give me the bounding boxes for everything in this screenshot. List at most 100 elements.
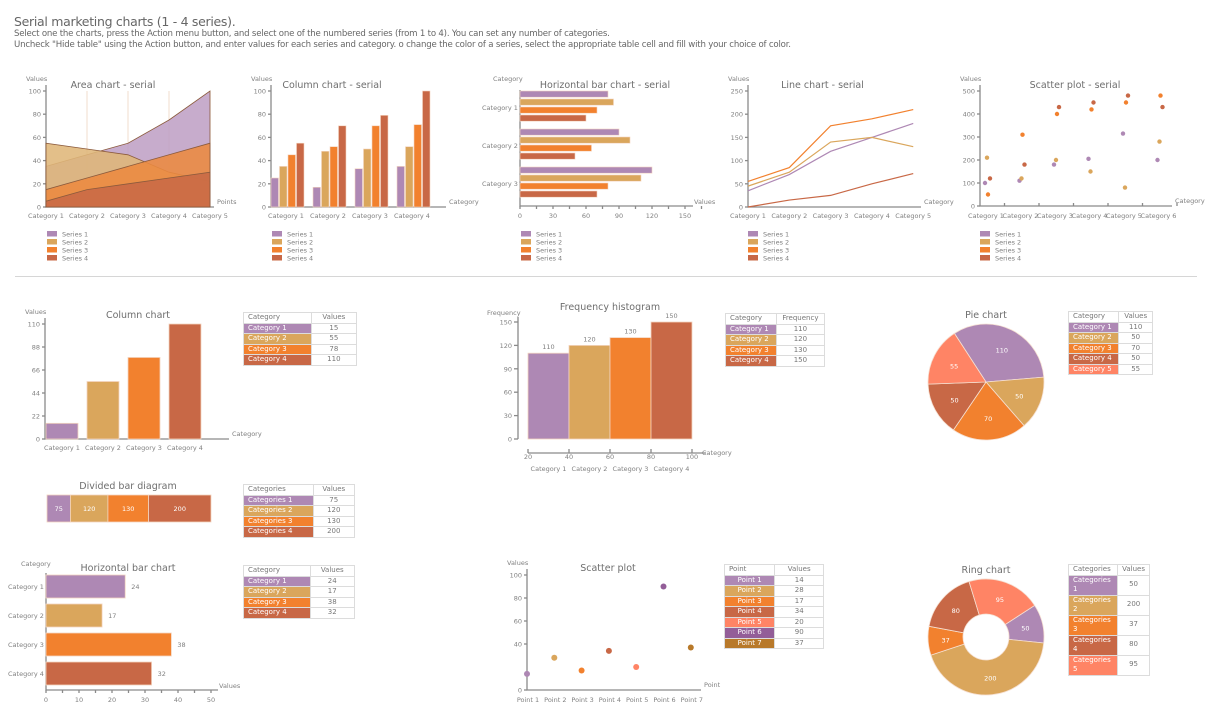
table-row[interactable]: Category 3 78 bbox=[243, 343, 358, 355]
table-row[interactable]: Categories 4 200 bbox=[243, 526, 356, 538]
table-category-cell[interactable]: Categories 5 bbox=[1067, 654, 1119, 676]
table-category-cell[interactable]: Category 1 bbox=[725, 323, 777, 335]
table-value-cell[interactable]: 55 bbox=[1118, 363, 1153, 375]
table-row[interactable]: Categories 4 80 bbox=[1067, 634, 1150, 656]
table-row[interactable]: Point 5 20 bbox=[723, 616, 824, 628]
table-category-cell[interactable]: Category 3 bbox=[1067, 342, 1120, 354]
table-category-cell[interactable]: Category 4 bbox=[243, 354, 312, 366]
table-value-cell[interactable]: 120 bbox=[775, 334, 826, 346]
table-value-cell[interactable]: 20 bbox=[774, 616, 824, 628]
table-value-cell[interactable]: 50 bbox=[1118, 332, 1153, 344]
table-row[interactable]: Categories 2 200 bbox=[1067, 594, 1150, 616]
table-value-cell[interactable]: 75 bbox=[312, 494, 356, 506]
table-category-cell[interactable]: Category 1 bbox=[1067, 321, 1120, 333]
table-value-cell[interactable]: 130 bbox=[775, 344, 826, 356]
table-row[interactable]: Categories 1 75 bbox=[243, 494, 356, 506]
table-value-cell[interactable]: 110 bbox=[310, 354, 358, 366]
line-chart-serial[interactable]: Line chart - serialValuesCategory0501001… bbox=[720, 70, 955, 270]
horizontal-bar-chart[interactable]: Horizontal bar chart Category Values 0 10 20 3… bbox=[0, 555, 245, 726]
table-category-cell[interactable]: Category 2 bbox=[243, 586, 311, 598]
table-value-cell[interactable]: 70 bbox=[1118, 342, 1153, 354]
column-chart-table[interactable]: Category Values Category 1 15 Category 2 55 Ca… bbox=[243, 312, 358, 366]
table-row[interactable]: Category 3 70 bbox=[1067, 342, 1153, 354]
table-value-cell[interactable]: 24 bbox=[309, 575, 355, 587]
horizontal-bar-table[interactable]: Category Values Category 1 24 Category 2 17 Ca… bbox=[243, 565, 355, 619]
table-value-cell[interactable]: 130 bbox=[312, 515, 356, 527]
divided-bar-table[interactable]: Categories Values Categories 1 75 Categories… bbox=[243, 484, 356, 538]
table-value-cell[interactable]: 38 bbox=[309, 596, 355, 608]
table-category-cell[interactable]: Point 1 bbox=[723, 574, 776, 586]
table-category-cell[interactable]: Point 4 bbox=[723, 606, 776, 618]
table-value-cell[interactable]: 15 bbox=[310, 322, 358, 334]
table-value-cell[interactable]: 200 bbox=[1117, 594, 1150, 616]
pie-chart[interactable]: Pie chart 110 50 70 50 55 bbox=[910, 300, 1060, 450]
table-value-cell[interactable]: 50 bbox=[1118, 353, 1153, 365]
table-row[interactable]: Category 3 38 bbox=[243, 596, 355, 608]
table-category-cell[interactable]: Categories 4 bbox=[243, 526, 314, 538]
table-row[interactable]: Category 2 55 bbox=[243, 333, 358, 345]
table-value-cell[interactable]: 95 bbox=[1117, 654, 1150, 676]
pie-chart-table[interactable]: Category Values Category 1 110 Category 2 50 C… bbox=[1067, 311, 1153, 375]
table-category-cell[interactable]: Categories 2 bbox=[243, 505, 314, 517]
table-row[interactable]: Category 4 110 bbox=[243, 354, 358, 366]
table-category-cell[interactable]: Category 1 bbox=[243, 322, 312, 334]
table-row[interactable]: Point 2 28 bbox=[723, 585, 824, 597]
table-value-cell[interactable]: 90 bbox=[774, 627, 824, 639]
table-row[interactable]: Category 4 32 bbox=[243, 607, 355, 619]
table-row[interactable]: Category 3 130 bbox=[725, 344, 826, 356]
table-value-cell[interactable]: 50 bbox=[1117, 574, 1150, 596]
table-row[interactable]: Category 1 15 bbox=[243, 322, 358, 334]
table-category-cell[interactable]: Point 6 bbox=[723, 627, 776, 639]
table-category-cell[interactable]: Categories 1 bbox=[243, 494, 314, 506]
table-category-cell[interactable]: Category 4 bbox=[1067, 353, 1120, 365]
table-value-cell[interactable]: 28 bbox=[774, 585, 824, 597]
ring-chart[interactable]: Ring chart 50 200 37 80 95 bbox=[910, 555, 1060, 705]
table-category-cell[interactable]: Category 5 bbox=[1067, 363, 1120, 375]
table-row[interactable]: Point 7 37 bbox=[723, 637, 824, 649]
table-row[interactable]: Category 2 50 bbox=[1067, 332, 1153, 344]
scatter-plot-serial[interactable]: Scatter plot - serial Values Category 0 100 2… bbox=[950, 70, 1213, 270]
table-value-cell[interactable]: 14 bbox=[774, 574, 824, 586]
table-category-cell[interactable]: Point 7 bbox=[723, 637, 776, 649]
table-category-cell[interactable]: Categories 3 bbox=[243, 515, 314, 527]
table-category-cell[interactable]: Categories 3 bbox=[1067, 614, 1119, 636]
table-value-cell[interactable]: 150 bbox=[775, 355, 826, 367]
table-row[interactable]: Category 5 55 bbox=[1067, 363, 1153, 375]
table-category-cell[interactable]: Categories 2 bbox=[1067, 594, 1119, 616]
table-category-cell[interactable]: Categories 1 bbox=[1067, 574, 1119, 596]
table-value-cell[interactable]: 110 bbox=[1118, 321, 1153, 333]
scatter-plot[interactable]: Scatter plot Values Point 0 40 60 80 100 Point 1… bbox=[500, 555, 725, 726]
table-row[interactable]: Category 4 150 bbox=[725, 355, 826, 367]
table-row[interactable]: Category 1 110 bbox=[725, 323, 826, 335]
table-category-cell[interactable]: Category 3 bbox=[725, 344, 777, 356]
table-category-cell[interactable]: Category 4 bbox=[725, 355, 777, 367]
table-category-cell[interactable]: Category 2 bbox=[243, 333, 312, 345]
table-row[interactable]: Point 4 34 bbox=[723, 606, 824, 618]
table-category-cell[interactable]: Point 3 bbox=[723, 595, 776, 607]
table-category-cell[interactable]: Category 1 bbox=[243, 575, 311, 587]
table-row[interactable]: Categories 2 120 bbox=[243, 505, 356, 517]
table-row[interactable]: Category 4 50 bbox=[1067, 353, 1153, 365]
table-row[interactable]: Category 1 110 bbox=[1067, 321, 1153, 333]
table-value-cell[interactable]: 37 bbox=[774, 637, 824, 649]
frequency-histogram[interactable]: Frequency histogram Frequency 0 30 60 90 120 15… bbox=[480, 295, 732, 480]
table-category-cell[interactable]: Categories 4 bbox=[1067, 634, 1119, 656]
table-value-cell[interactable]: 110 bbox=[775, 323, 826, 335]
table-value-cell[interactable]: 80 bbox=[1117, 634, 1150, 656]
table-value-cell[interactable]: 34 bbox=[774, 606, 824, 618]
divided-bar-diagram[interactable]: Divided bar diagram 75 120 130 200 bbox=[20, 470, 230, 530]
table-value-cell[interactable]: 78 bbox=[310, 343, 358, 355]
table-value-cell[interactable]: 120 bbox=[312, 505, 356, 517]
table-row[interactable]: Point 3 17 bbox=[723, 595, 824, 607]
table-row[interactable]: Category 1 24 bbox=[243, 575, 355, 587]
table-value-cell[interactable]: 17 bbox=[309, 586, 355, 598]
table-row[interactable]: Category 2 17 bbox=[243, 586, 355, 598]
table-category-cell[interactable]: Point 5 bbox=[723, 616, 776, 628]
horizontal-bar-chart-serial[interactable]: Horizontal bar chart - serial Category Val… bbox=[475, 70, 725, 270]
table-row[interactable]: Categories 5 95 bbox=[1067, 654, 1150, 676]
table-row[interactable]: Point 1 14 bbox=[723, 574, 824, 586]
table-category-cell[interactable]: Category 3 bbox=[243, 596, 311, 608]
scatter-plot-table[interactable]: Point Values Point 1 14 Point 2 28 Point 3 17 Po… bbox=[723, 564, 824, 649]
table-row[interactable]: Point 6 90 bbox=[723, 627, 824, 639]
table-row[interactable]: Categories 3 37 bbox=[1067, 614, 1150, 636]
